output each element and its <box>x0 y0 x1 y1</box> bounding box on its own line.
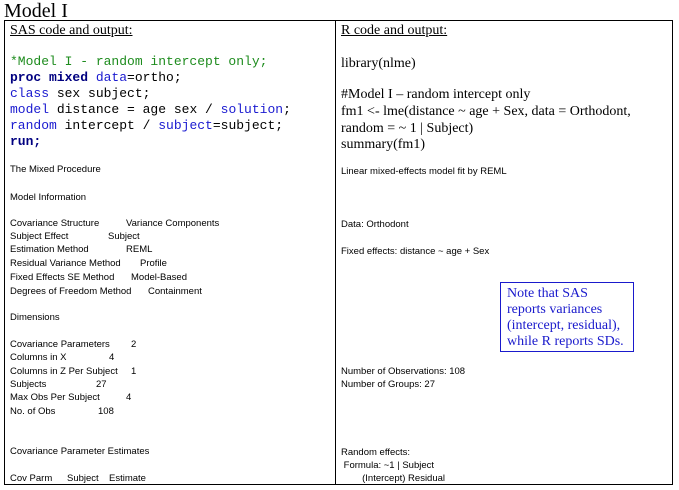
row-key: Subject Effect <box>10 231 69 242</box>
r-code-line: random = ~ 1 | Subject) <box>341 121 474 136</box>
sas-model-info-row: Subject Effect Subject <box>10 231 140 243</box>
sas-model-info-row: Covariance Structure Variance Components <box>10 218 219 230</box>
sas-keyword-model: model <box>10 102 50 117</box>
r-heading: R code and output: <box>341 23 448 38</box>
sas-keyword-run: run; <box>10 134 42 149</box>
sas-dimension-row: Columns in Z Per Subject 1 <box>10 366 136 378</box>
sas-random-terms: intercept / <box>56 118 159 133</box>
sas-dimension-row: No. of Obs 108 <box>10 406 114 418</box>
sas-model-end: ; <box>283 102 291 117</box>
sas-model-info-title: Model Information <box>10 192 87 203</box>
row-value: Model-Based <box>131 272 187 283</box>
row-value: 1 <box>131 366 137 377</box>
row-value: Variance Components <box>126 218 220 229</box>
sas-comment: *Model I - random intercept only; <box>10 54 268 69</box>
sas-model-info-row: Estimation Method REML <box>10 244 152 256</box>
r-random-formula: Formula: ~1 | Subject <box>341 460 435 471</box>
row-key: Columns in X <box>10 352 67 363</box>
r-code-line: #Model I – random intercept only <box>341 87 531 102</box>
row-key: Covariance Parameters <box>10 339 110 350</box>
row-key: Max Obs Per Subject <box>10 392 100 403</box>
sas-dimension-row: Max Obs Per Subject 4 <box>10 392 131 404</box>
r-fit-description: Linear mixed-effects model fit by REML <box>341 166 507 177</box>
sas-model-info-row: Fixed Effects SE Method Model-Based <box>10 272 187 284</box>
row-value: 4 <box>126 392 132 403</box>
sas-model-info-row: Degrees of Freedom Method Containment <box>10 286 202 298</box>
sas-option-solution: solution <box>220 102 284 117</box>
row-key: Fixed Effects SE Method <box>10 272 115 283</box>
row-value: Containment <box>148 286 202 297</box>
row-value: 27 <box>96 379 107 390</box>
sas-procedure-title: The Mixed Procedure <box>10 164 101 175</box>
r-n-observations: Number of Observations: 108 <box>341 366 466 377</box>
r-random-header: (Intercept) Residual <box>341 473 446 484</box>
sas-code-block: *Model I - random intercept only; proc m… <box>10 54 291 150</box>
cov-header-cell: Cov Parm <box>10 473 53 484</box>
sas-option-subject: subject <box>158 118 213 133</box>
row-value: 2 <box>131 339 137 350</box>
r-n-groups: Number of Groups: 27 <box>341 379 435 390</box>
row-key: Columns in Z Per Subject <box>10 366 118 377</box>
sas-heading: SAS code and output: <box>10 23 133 38</box>
sas-data-value: =ortho; <box>127 70 182 85</box>
row-key: Estimation Method <box>10 244 89 255</box>
r-column: R code and output: library(nlme) #Model … <box>336 21 672 484</box>
row-key: Degrees of Freedom Method <box>10 286 132 297</box>
cov-header-cell: Estimate <box>109 473 146 484</box>
sas-dimensions-title: Dimensions <box>10 312 60 323</box>
sas-model-terms: distance = age sex / <box>49 102 221 117</box>
page-title: Model I <box>4 0 68 22</box>
comparison-table: SAS code and output: *Model I - random i… <box>4 20 673 485</box>
sas-dimension-row: Covariance Parameters 2 <box>10 339 136 351</box>
sas-random-end: =subject; <box>212 118 284 133</box>
row-value: Profile <box>140 258 167 269</box>
row-value: 4 <box>109 352 115 363</box>
sas-model-info-row: Residual Variance Method Profile <box>10 258 167 270</box>
r-random-effects: Random effects: <box>341 447 411 458</box>
sas-dimension-row: Columns in X 4 <box>10 352 114 364</box>
cov-header-cell: Subject <box>67 473 99 484</box>
row-key: Residual Variance Method <box>10 258 121 269</box>
sas-keyword-random: random <box>10 118 57 133</box>
r-code-line: summary(fm1) <box>341 137 425 152</box>
sas-dimension-row: Subjects 27 <box>10 379 107 391</box>
sas-option-data: data <box>95 70 128 85</box>
row-key: Subjects <box>10 379 47 390</box>
sas-keyword-proc-mixed: proc mixed <box>10 70 89 85</box>
sas-cov-header-row: Cov Parm Subject Estimate <box>10 473 146 484</box>
sas-cov-title: Covariance Parameter Estimates <box>10 446 150 457</box>
note-callout: Note that SAS reports variances (interce… <box>500 282 634 352</box>
r-code-line: library(nlme) <box>341 56 416 71</box>
sas-keyword-class: class <box>10 86 50 101</box>
sas-class-vars: sex subject; <box>49 86 151 101</box>
row-value: Subject <box>108 231 140 242</box>
row-key: Covariance Structure <box>10 218 100 229</box>
sas-column: SAS code and output: *Model I - random i… <box>5 21 335 484</box>
row-key: No. of Obs <box>10 406 56 417</box>
row-value: REML <box>126 244 153 255</box>
r-fixed-effects: Fixed effects: distance ~ age + Sex <box>341 246 490 257</box>
r-code-line: fm1 <- lme(distance ~ age + Sex, data = … <box>341 104 631 119</box>
row-value: 108 <box>98 406 114 417</box>
r-data-line: Data: Orthodont <box>341 219 409 230</box>
